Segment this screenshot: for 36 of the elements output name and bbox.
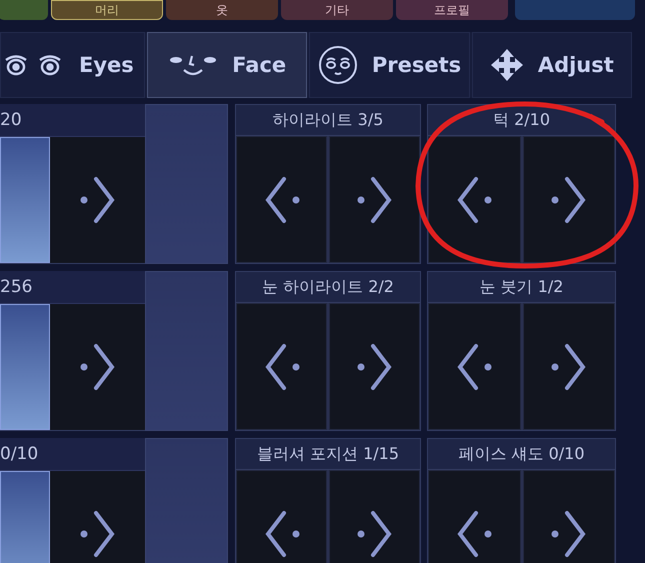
face-icon: [318, 45, 358, 85]
category-tab[interactable]: 기타: [281, 0, 393, 20]
mode-tab[interactable]: Adjust: [472, 32, 632, 98]
next-button[interactable]: [522, 303, 615, 430]
next-button[interactable]: [329, 470, 420, 563]
next-button[interactable]: [329, 303, 420, 430]
mode-tab[interactable]: Eyes: [0, 32, 145, 98]
previous-button[interactable]: [236, 303, 327, 430]
next-button[interactable]: [522, 470, 615, 563]
previous-button[interactable]: [0, 137, 50, 263]
previous-button[interactable]: [428, 470, 520, 563]
next-button[interactable]: [50, 471, 145, 563]
option-label: 페이스 섀도 0/10: [428, 439, 615, 470]
next-button[interactable]: [329, 136, 420, 263]
option-label: 하이라이트 3/5: [236, 105, 420, 136]
next-button[interactable]: [522, 136, 615, 263]
next-button[interactable]: [50, 137, 145, 263]
previous-button[interactable]: [0, 304, 50, 430]
previous-button[interactable]: [236, 470, 327, 563]
option-label: 눈 하이라이트 2/2: [236, 272, 420, 303]
previous-button[interactable]: [428, 303, 520, 430]
option-label: 256: [0, 277, 32, 297]
previous-button[interactable]: [428, 136, 520, 263]
previous-button[interactable]: [0, 471, 50, 563]
option-label: 20: [0, 110, 22, 130]
previous-button[interactable]: [236, 136, 327, 263]
mode-tab[interactable]: Presets: [309, 32, 470, 98]
category-tab[interactable]: 머리: [51, 0, 163, 20]
move-icon: [490, 48, 524, 82]
category-tab[interactable]: 프로필: [396, 0, 508, 20]
option-label: 블러셔 포지션 1/15: [236, 439, 420, 470]
category-tab[interactable]: 옷: [166, 0, 278, 20]
next-button[interactable]: [50, 304, 145, 430]
option-label: 눈 붓기 1/2: [428, 272, 615, 303]
mode-tab[interactable]: Face: [147, 32, 308, 98]
option-label: 0/10: [0, 444, 38, 464]
